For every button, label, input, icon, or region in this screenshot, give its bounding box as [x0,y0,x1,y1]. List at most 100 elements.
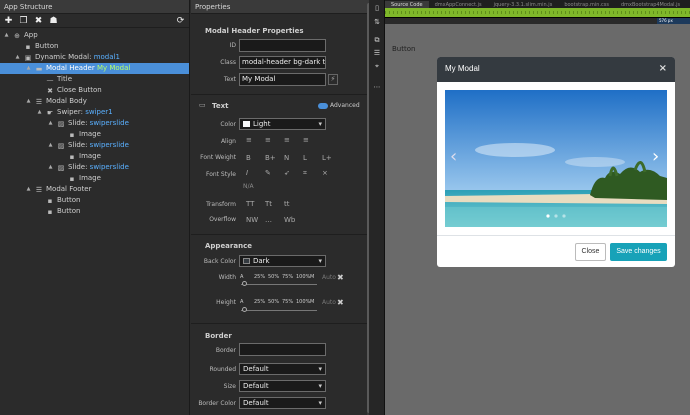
clear-format-icon[interactable]: ⨯ [322,169,328,177]
back-color-select[interactable]: Dark [239,255,326,267]
advanced-toggle[interactable] [318,103,328,109]
height-slider-handle[interactable] [242,307,247,312]
tree-item[interactable]: ▪ Button [0,206,189,217]
data-binding-icon[interactable]: ⚡ [328,74,338,85]
class-input[interactable]: modal-header bg-dark tex [239,56,326,69]
add-icon[interactable]: ✚ [3,16,14,26]
file-tab[interactable]: dmxBootstrap4Modal.js [615,1,686,8]
height-auto[interactable]: Auto [322,299,336,306]
text-input[interactable]: My Modal [239,73,326,86]
expand-toggle-icon[interactable]: ▲ [3,30,10,41]
delete-icon[interactable]: ✖ [33,16,44,26]
transform-option[interactable]: TT [246,200,254,208]
font-weight-option[interactable]: L [303,154,307,162]
tree-item[interactable]: ▲ ☰ Modal Body [0,96,189,107]
height-size-option[interactable]: 100% [296,299,310,305]
tree-item[interactable]: ✖ Close Button [0,85,189,96]
id-input[interactable] [239,39,326,52]
tree-item[interactable]: ▪ Button [0,41,189,52]
tree-item[interactable]: ▪ Button [0,195,189,206]
height-size-option[interactable]: 50% [268,299,279,305]
file-tab[interactable]: jquery-3.3.1.slim.min.js [488,1,559,8]
expand-toggle-icon[interactable]: ▲ [36,107,43,118]
file-tab[interactable]: Source Code [385,1,429,8]
tree-item[interactable]: ▲ ▬ Modal Header My Modal [0,63,189,74]
tree-item[interactable]: ▲ ⊕ App [0,30,189,41]
height-clear-icon[interactable]: ✖ [337,298,344,307]
overflow-option[interactable]: Wb [284,216,295,224]
align-center-icon[interactable]: ≡ [265,136,271,144]
components-icon[interactable]: ☗ [48,16,59,26]
height-size-option[interactable]: 75% [282,299,293,305]
font-weight-option[interactable]: B+ [265,154,276,162]
breakpoint-bar[interactable] [385,8,690,17]
modal-header[interactable]: My Modal × [437,57,675,82]
save-changes-button[interactable]: Save changes [610,243,667,261]
duplicate-icon[interactable]: ❐ [18,16,29,26]
font-weight-option[interactable]: L+ [322,154,332,162]
width-size-option[interactable]: 75% [282,274,293,280]
align-justify-icon[interactable]: ≡ [303,136,309,144]
tree-item[interactable]: — Title [0,74,189,85]
height-size-option[interactable]: M [310,299,314,305]
width-auto[interactable]: Auto [322,274,336,281]
size-select[interactable]: Default [239,380,326,392]
width-size-option[interactable]: A [240,274,243,280]
tree-item[interactable]: ▲ ☛ Swiper: swiper1 [0,107,189,118]
font-weight-option[interactable]: B [246,154,251,162]
tree-item[interactable]: ▪ Image [0,151,189,162]
modal-close-icon[interactable]: × [659,63,667,74]
align-right-icon[interactable]: ≡ [284,136,290,144]
font-weight-option[interactable]: N [284,154,289,162]
file-icon[interactable]: ▯ [372,3,382,13]
italic-icon[interactable]: I [246,169,248,177]
width-slider[interactable] [241,284,317,285]
expand-toggle-icon[interactable]: ▲ [47,140,54,151]
width-size-option[interactable]: 50% [268,274,279,280]
overflow-option[interactable]: NW [246,216,258,224]
transform-option[interactable]: tt [284,200,290,208]
expand-toggle-icon[interactable]: ▲ [47,118,54,129]
pin-icon[interactable]: ➶ [284,169,290,177]
tree-item[interactable]: ▲ ▣ Dynamic Modal: modal1 [0,52,189,63]
refresh-icon[interactable]: ⟳ [175,16,186,26]
swiper-slide-image[interactable]: ‹ › [445,90,667,227]
file-tab[interactable]: dmxAppConnect.js [429,1,488,8]
height-size-option[interactable]: 25% [254,299,265,305]
transform-option[interactable]: Tt [265,200,272,208]
align-left-icon[interactable]: ≡ [246,136,252,144]
expand-toggle-icon[interactable]: ▲ [25,63,32,74]
width-size-option[interactable]: 100% [296,274,310,280]
width-size-option[interactable]: M [310,274,314,280]
text-format-icon[interactable]: ⌗ [303,169,307,178]
border-color-select[interactable]: Default [239,397,326,409]
expand-toggle-icon[interactable]: ▲ [47,162,54,173]
tree-item[interactable]: ▲ ☰ Modal Footer [0,184,189,195]
tree-item[interactable]: ▪ Image [0,173,189,184]
height-size-option[interactable]: A [240,299,243,305]
border-input[interactable] [239,343,326,356]
preview-button[interactable]: Button [392,45,415,53]
rounded-select[interactable]: Default [239,363,326,375]
color-select[interactable]: Light [239,118,326,130]
pencil-icon[interactable]: ✎ [265,169,271,177]
inspect-icon[interactable]: ⧉ [372,35,382,45]
file-tab[interactable]: dmxSwiper.js [686,1,690,8]
tree-item[interactable]: ▪ Image [0,129,189,140]
file-tab[interactable]: bootstrap.min.css [558,1,615,8]
close-button[interactable]: Close [575,243,606,261]
tree-item[interactable]: ▲ ▨ Slide: swiperslide [0,118,189,129]
expand-toggle-icon[interactable]: ▲ [25,184,32,195]
more-icon[interactable]: ⋯ [372,82,382,92]
sort-icon[interactable]: ⇅ [372,17,382,27]
height-slider[interactable] [241,310,317,311]
width-slider-handle[interactable] [242,281,247,286]
overflow-option[interactable]: … [265,216,272,224]
layers-icon[interactable]: ☰ [372,48,382,58]
tree-item[interactable]: ▲ ▨ Slide: swiperslide [0,162,189,173]
width-clear-icon[interactable]: ✖ [337,273,344,282]
expand-toggle-icon[interactable]: ▲ [14,52,21,63]
tree-item[interactable]: ▲ ▨ Slide: swiperslide [0,140,189,151]
expand-toggle-icon[interactable]: ▲ [25,96,32,107]
width-size-option[interactable]: 25% [254,274,265,280]
